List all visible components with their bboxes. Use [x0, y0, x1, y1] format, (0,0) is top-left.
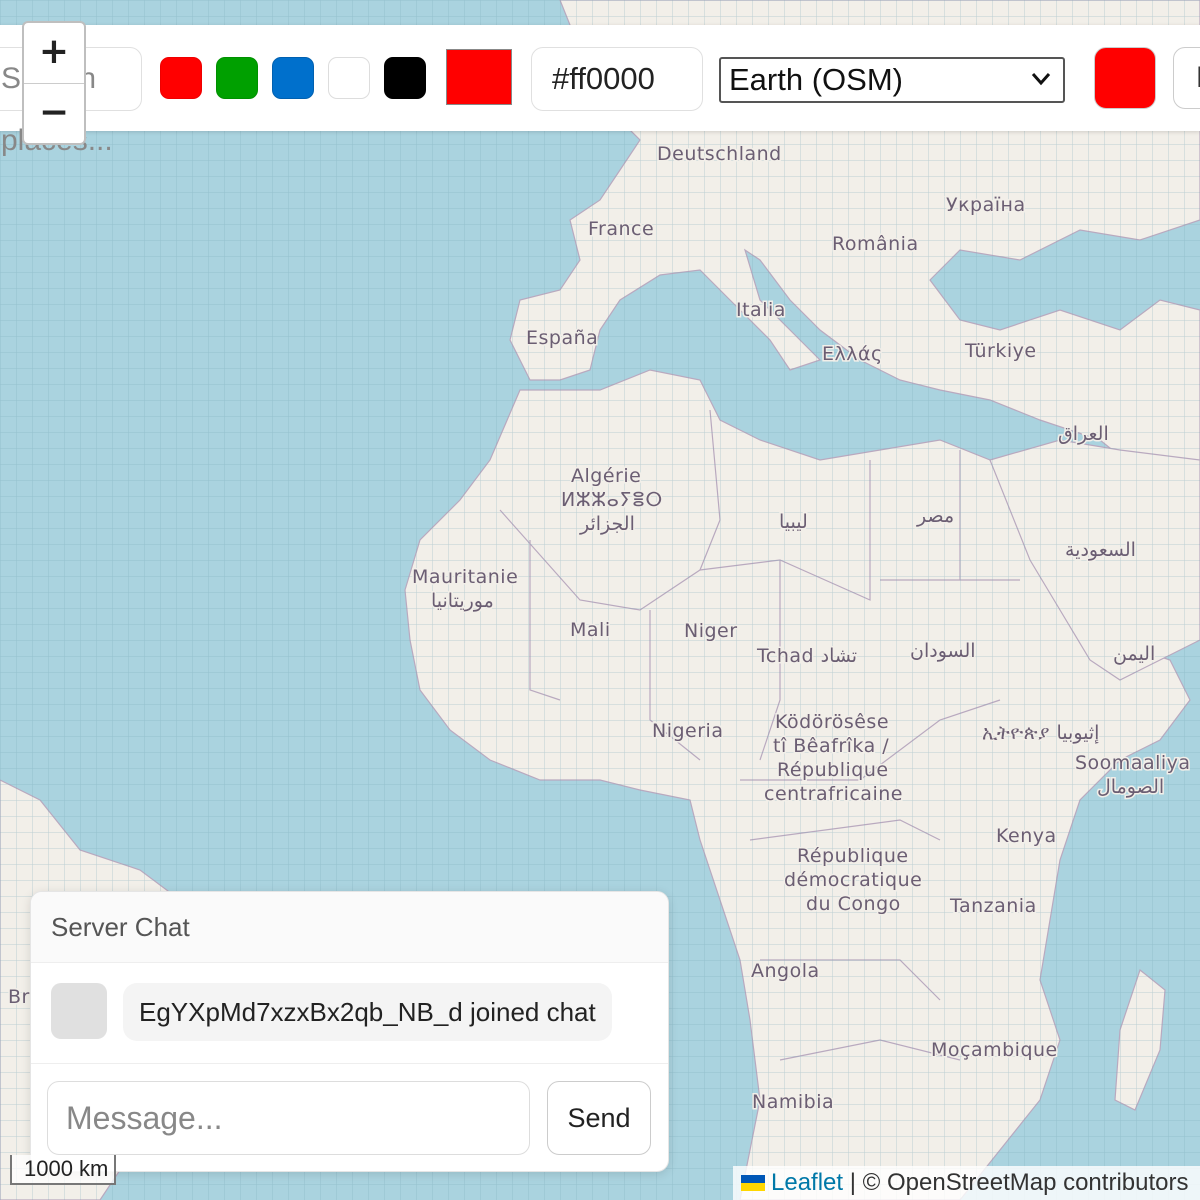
- label-drc-3: du Congo: [806, 893, 901, 915]
- label-italia: Italia: [736, 299, 786, 321]
- label-car-1: Ködörösêse: [775, 711, 889, 733]
- chat-messages[interactable]: EgYXpMd7xzxBx2qb_NB_d joined chat: [31, 963, 668, 1064]
- server-chat-panel: Server Chat EgYXpMd7xzxBx2qb_NB_d joined…: [30, 891, 669, 1172]
- label-yemen: اليمن: [1113, 643, 1155, 665]
- send-button[interactable]: Send: [547, 1081, 651, 1155]
- label-mocambique: Moçambique: [931, 1039, 1058, 1061]
- label-car-3: République: [777, 759, 889, 781]
- hex-color-input[interactable]: #ff0000: [531, 47, 703, 111]
- scale-bar: 1000 km: [10, 1155, 116, 1185]
- attribution-text: | © OpenStreetMap contributors: [849, 1169, 1189, 1196]
- label-somalia-2: الصومال: [1097, 776, 1164, 798]
- label-france: France: [588, 218, 654, 240]
- label-egypt: مصر: [916, 505, 954, 527]
- top-toolbar: Search places... #ff0000 Earth (OSM) L: [0, 25, 1200, 157]
- swatch-white[interactable]: [328, 57, 370, 99]
- label-romania: România: [832, 233, 919, 255]
- label-espana: España: [526, 327, 598, 349]
- chat-message: EgYXpMd7xzxBx2qb_NB_d joined chat: [123, 983, 612, 1041]
- label-turkiye: Türkiye: [964, 340, 1037, 362]
- label-ellas: Ελλάς: [822, 343, 883, 365]
- layer-select-value: Earth (OSM): [729, 62, 903, 97]
- label-algerie: Algérie: [571, 465, 641, 487]
- label-tchad: Tchad تشاد: [756, 645, 857, 667]
- zoom-control: + −: [22, 21, 86, 145]
- label-tanzania: Tanzania: [949, 895, 1037, 917]
- leaflet-link[interactable]: Leaflet: [771, 1169, 843, 1196]
- label-niger: Niger: [684, 620, 738, 642]
- label-drc-1: République: [797, 845, 909, 867]
- label-algerie-tifinagh: ⵍⵣⵣⴰⵢⴻⵔ: [561, 489, 663, 511]
- label-sudan: السودان: [910, 640, 976, 662]
- label-kenya: Kenya: [996, 825, 1057, 847]
- avatar: [51, 983, 107, 1039]
- chat-title: Server Chat: [31, 892, 668, 963]
- attribution: Leaflet | © OpenStreetMap contributors: [733, 1166, 1200, 1200]
- label-iraq: العراق: [1058, 423, 1109, 445]
- swatch-black[interactable]: [384, 57, 426, 99]
- label-mauritanie: Mauritanie: [412, 566, 518, 588]
- color-picker-button[interactable]: [1094, 47, 1156, 109]
- swatch-blue[interactable]: [272, 57, 314, 99]
- zoom-in-button[interactable]: +: [24, 23, 84, 84]
- label-ukraina: Україна: [946, 194, 1026, 216]
- chevron-down-icon: [1031, 73, 1051, 86]
- label-libya: ليبيا: [779, 511, 808, 533]
- label-namibia: Namibia: [752, 1091, 834, 1113]
- swatch-green[interactable]: [216, 57, 258, 99]
- label-algerie-ar: الجزائر: [579, 513, 635, 535]
- layer-select[interactable]: Earth (OSM): [719, 57, 1065, 103]
- label-angola: Angola: [751, 960, 820, 982]
- label-mali: Mali: [570, 619, 611, 641]
- label-brasil-partial: Br: [8, 986, 30, 1008]
- ukraine-flag-icon: [741, 1175, 765, 1191]
- message-input[interactable]: Message...: [47, 1081, 530, 1155]
- label-drc-2: démocratique: [784, 869, 922, 891]
- label-saudi: السعودية: [1065, 539, 1136, 561]
- label-car-4: centrafricaine: [764, 783, 903, 805]
- label-nigeria: Nigeria: [652, 720, 723, 742]
- color-preview[interactable]: [446, 49, 512, 105]
- label-somalia-1: Soomaaliya: [1075, 752, 1191, 774]
- zoom-out-button[interactable]: −: [24, 84, 84, 144]
- label-car-2: tî Bêafrîka /: [773, 735, 889, 757]
- label-mauritanie-ar: موريتانيا: [431, 590, 494, 612]
- label-deutschland: Deutschland: [657, 143, 782, 165]
- extra-button[interactable]: L: [1173, 47, 1200, 109]
- label-ethiopia: ኢትዮጵያ إثيوبيا: [982, 722, 1099, 745]
- swatch-red[interactable]: [160, 57, 202, 99]
